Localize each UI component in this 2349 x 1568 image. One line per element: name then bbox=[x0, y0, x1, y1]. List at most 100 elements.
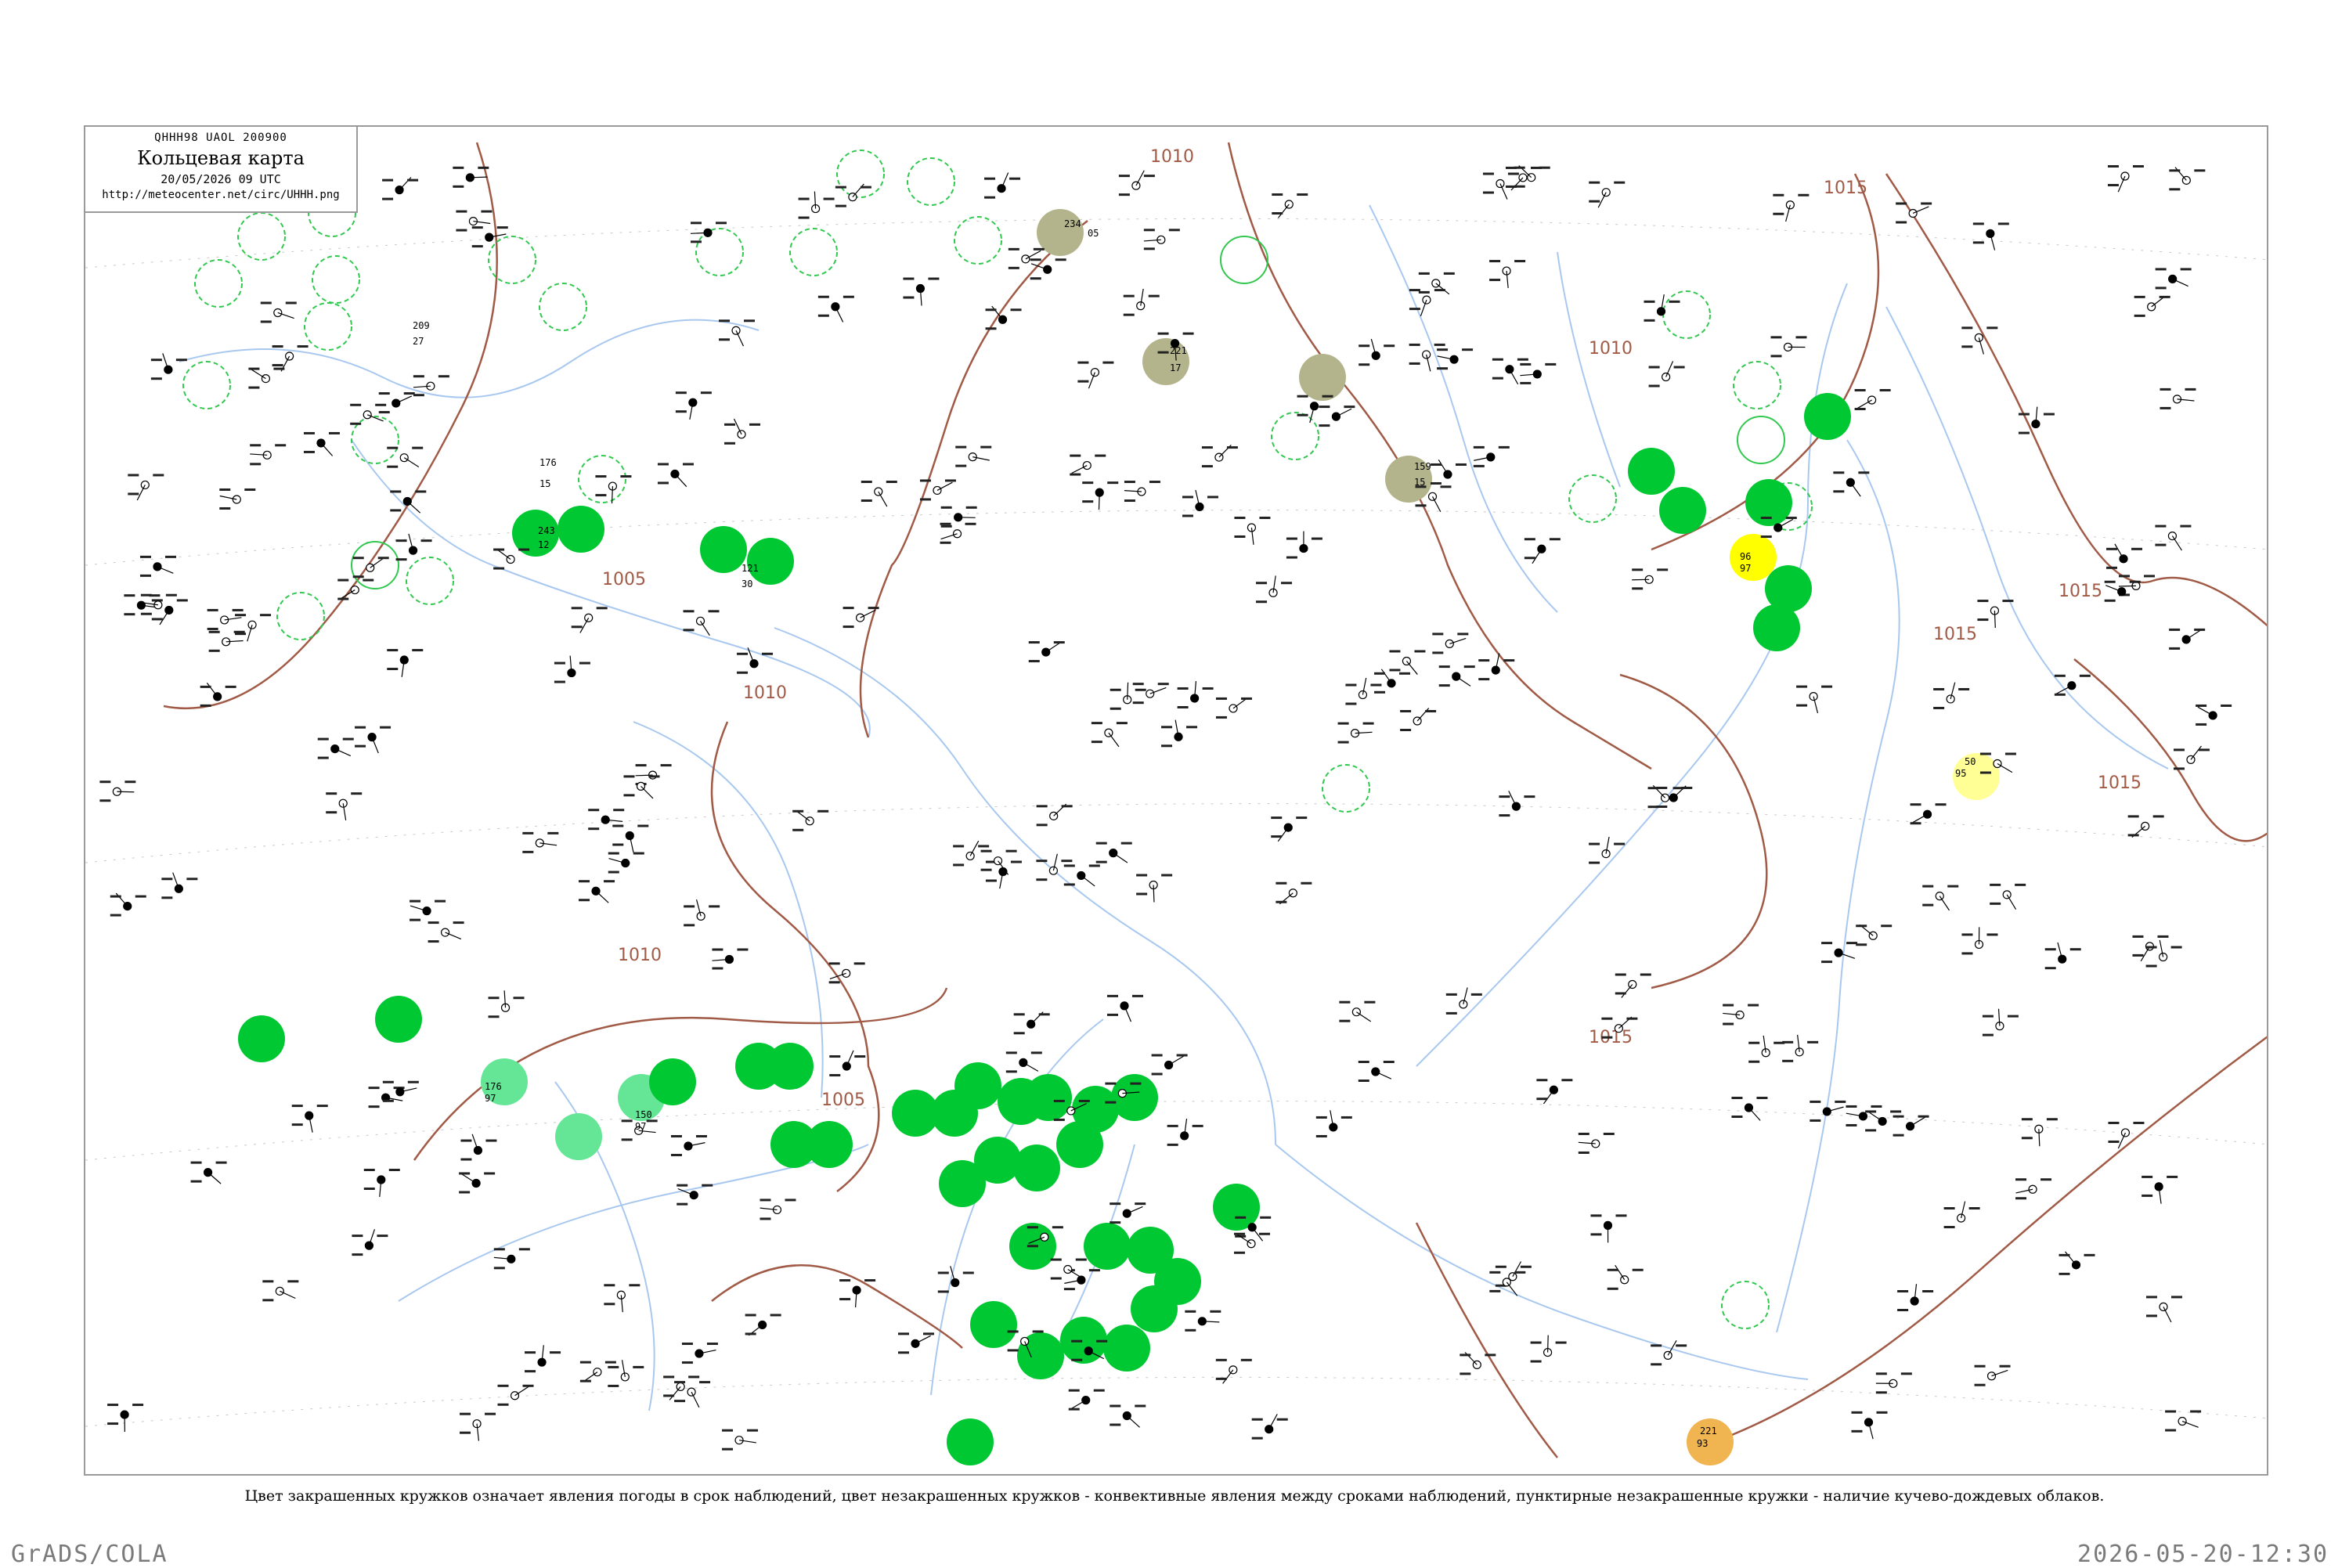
weather-circle bbox=[974, 1137, 1021, 1184]
station-plot bbox=[489, 990, 525, 1018]
station-plot bbox=[839, 1279, 875, 1307]
station-temp: 209 bbox=[413, 320, 430, 331]
station-plot bbox=[2169, 629, 2205, 650]
map-title: Кольцевая карта bbox=[85, 147, 356, 169]
station-dew: 27 bbox=[413, 336, 424, 347]
station-temp: 96 bbox=[1740, 551, 1751, 562]
station-plot bbox=[2022, 1118, 2058, 1146]
weather-circle bbox=[1628, 448, 1675, 495]
station-plot bbox=[151, 353, 187, 380]
station-plot bbox=[1911, 803, 1947, 824]
station-plot bbox=[1070, 455, 1106, 476]
station-plot bbox=[1525, 538, 1561, 563]
station-plot bbox=[410, 900, 446, 921]
station-plot bbox=[1489, 1271, 1525, 1296]
station-plot bbox=[1607, 1265, 1644, 1289]
station-plot bbox=[1271, 816, 1307, 842]
isobar-label: 1015 bbox=[1933, 625, 1977, 644]
station-plot bbox=[262, 1280, 298, 1301]
labeled-stations: 209 27 176 15 243 12 121 30 234 05 221 1… bbox=[413, 218, 1976, 1449]
station-plot bbox=[1136, 874, 1172, 902]
station-temp: 159 bbox=[1414, 461, 1431, 472]
weather-circle bbox=[747, 538, 794, 585]
station-plot bbox=[1216, 697, 1252, 719]
station-plot bbox=[110, 893, 146, 917]
station-plot bbox=[1782, 1035, 1818, 1062]
station-plot bbox=[1632, 568, 1668, 589]
station-dew: 97 bbox=[485, 1093, 496, 1104]
station-dew: 97 bbox=[635, 1121, 646, 1132]
station-plot bbox=[460, 1134, 496, 1161]
weather-circle bbox=[1659, 487, 1706, 534]
station-dew: 15 bbox=[539, 478, 550, 489]
station-plot bbox=[2155, 525, 2191, 550]
station-plot bbox=[903, 278, 939, 306]
station-plot bbox=[2045, 943, 2081, 969]
bulletin-code: QHHH98 UAOL 200900 bbox=[85, 132, 356, 144]
station-plot bbox=[2019, 407, 2055, 434]
station-plot bbox=[745, 1314, 781, 1335]
station-plot bbox=[1069, 1390, 1105, 1411]
weather-circle bbox=[1299, 354, 1346, 401]
station-plot bbox=[1082, 481, 1118, 510]
station-temp: 121 bbox=[742, 563, 759, 574]
station-plot bbox=[2142, 1176, 2178, 1204]
weather-circle bbox=[375, 996, 422, 1043]
station-plot bbox=[1234, 1233, 1270, 1254]
station-plot bbox=[1161, 720, 1197, 748]
station-plot bbox=[1036, 854, 1072, 881]
station-plot bbox=[1896, 202, 1932, 223]
station-plot bbox=[382, 177, 418, 200]
station-plot bbox=[1876, 1372, 1912, 1393]
station-temp: 150 bbox=[635, 1109, 652, 1120]
station-plot bbox=[207, 609, 244, 630]
station-plot bbox=[1389, 650, 1425, 674]
station-plot bbox=[522, 832, 558, 853]
station-plot bbox=[676, 391, 712, 420]
map-canvas: 1005 1010 1010 1015 1010 1015 1015 1010 … bbox=[85, 127, 2268, 1476]
station-plot bbox=[1216, 1359, 1252, 1384]
station-temp: 176 bbox=[539, 457, 557, 468]
station-dew: 12 bbox=[538, 539, 549, 550]
weather-circle bbox=[947, 1418, 994, 1465]
station-plot bbox=[498, 1385, 534, 1406]
station-plot bbox=[1821, 942, 1857, 963]
station-plot bbox=[1590, 1214, 1626, 1242]
weather-circle bbox=[1765, 565, 1812, 612]
station-plot bbox=[161, 873, 197, 899]
station-temp: 176 bbox=[485, 1081, 502, 1092]
station-plot bbox=[1029, 641, 1065, 662]
weather-circle bbox=[1013, 1144, 1060, 1191]
station-temp: 50 bbox=[1965, 756, 1976, 767]
station-plot bbox=[1796, 686, 1832, 713]
station-plot bbox=[722, 1429, 758, 1451]
station-plot bbox=[712, 948, 748, 969]
station-plot bbox=[387, 447, 423, 468]
station-plot bbox=[355, 726, 391, 753]
station-plot bbox=[453, 167, 489, 188]
station-plot bbox=[1014, 1012, 1050, 1035]
station-plot bbox=[1374, 669, 1410, 694]
station-plot bbox=[1037, 804, 1073, 826]
station-plot bbox=[953, 841, 989, 866]
station-plot bbox=[1983, 1009, 2019, 1036]
station-plot bbox=[219, 488, 255, 510]
station-plot bbox=[1944, 1202, 1980, 1228]
station-plot bbox=[191, 1162, 227, 1184]
station-plot bbox=[1589, 182, 1625, 208]
station-plot bbox=[1723, 1004, 1759, 1026]
station-plot bbox=[459, 1172, 495, 1193]
station-plot bbox=[1437, 348, 1473, 369]
station-plot bbox=[1731, 1097, 1767, 1120]
station-plot bbox=[1856, 925, 1892, 946]
station-plot bbox=[1182, 490, 1218, 517]
weather-circle bbox=[1154, 1258, 1201, 1305]
station-plot bbox=[2055, 675, 2091, 696]
station-dew: 17 bbox=[1170, 362, 1181, 373]
station-plot bbox=[1615, 973, 1651, 997]
station-plot bbox=[986, 861, 1022, 889]
station-plot bbox=[350, 404, 386, 425]
footer-timestamp: 2026-05-20-12:30 bbox=[2077, 1541, 2329, 1568]
station-plot bbox=[2134, 296, 2170, 317]
station-plot bbox=[1316, 1110, 1352, 1137]
